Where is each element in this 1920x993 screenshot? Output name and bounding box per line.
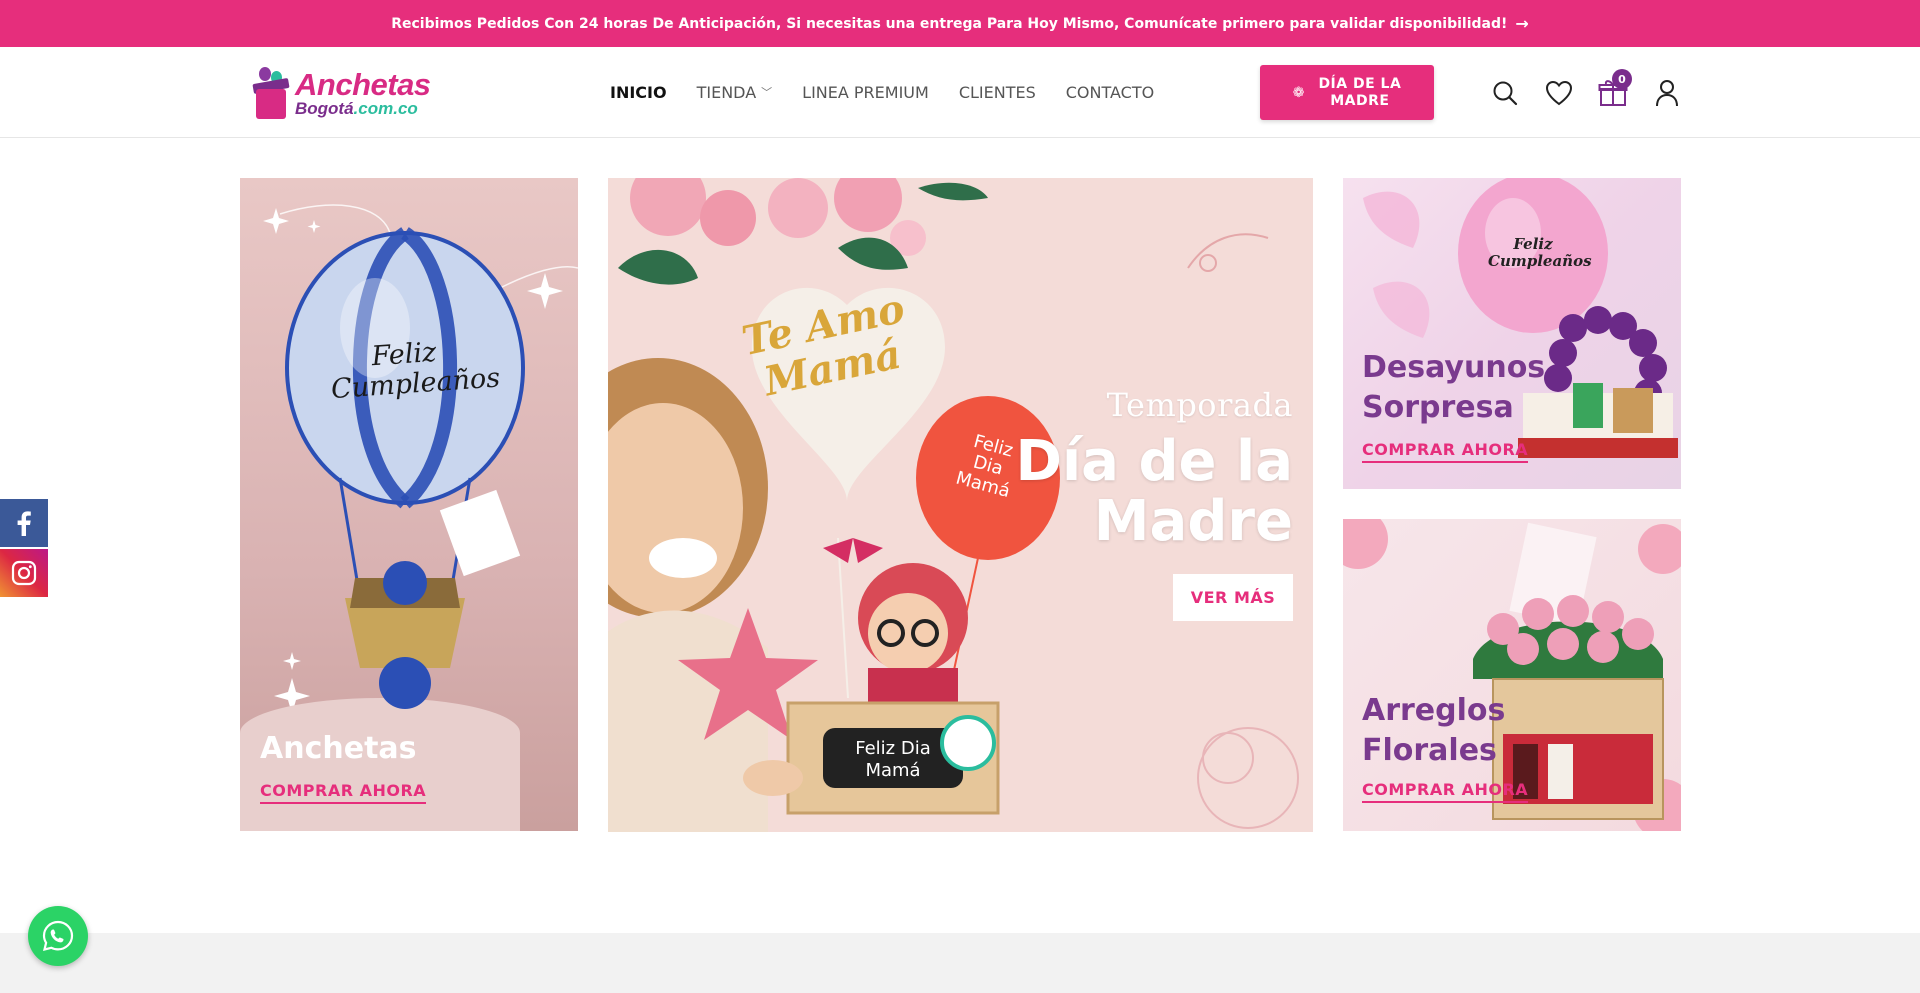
whatsapp-icon[interactable] [28,906,88,966]
cta-label-line2: MADRE [1330,92,1390,109]
banner-title-line2: Madre [1093,489,1293,554]
nav-label: CLIENTES [958,82,1036,102]
site-header: Anchetas Bogotá.com.co INICIO TIENDA ﹀ LI… [0,47,1920,138]
instagram-icon[interactable] [0,549,48,597]
announcement-bar[interactable]: Recibimos Pedidos Con 24 horas De Antici… [0,0,1920,47]
main-nav: INICIO TIENDA ﹀ LINEA PREMIUM CLIENTES CO… [610,47,1154,137]
footer-section [0,933,1920,993]
ver-mas-button[interactable]: VER MÁS [1173,574,1293,621]
banner-title: Anchetas [260,731,417,766]
nav-label: LINEA PREMIUM [802,82,929,102]
logo-tld: .com.co [353,99,418,118]
comprar-ahora-link[interactable]: COMPRAR AHORA [1362,780,1529,803]
banner-arreglos-florales[interactable]: Arreglos Florales COMPRAR AHORA [1343,519,1681,831]
nav-item-tienda[interactable]: TIENDA ﹀ [697,83,773,102]
center-banner-heading: Temporada Día de la Madre [1015,386,1293,552]
banner-desayunos-sorpresa[interactable]: Feliz Cumpleaños Desayunos Sorpresa COMPRA… [1343,178,1681,489]
banner-dia-de-la-madre[interactable]: Te Amo Mamá Feliz Dia Mamá Feliz Dia Mamá Te… [608,178,1313,832]
banner-title-line1: Arreglos [1362,693,1506,728]
box-sign-text: Mamá [865,760,921,781]
banner-anchetas[interactable]: Feliz Cumpleaños Anchetas COMPRAR AHORA [240,178,578,831]
nav-label: TIENDA [696,82,757,102]
logo-line2: Bogotá [295,99,354,118]
comprar-ahora-link[interactable]: COMPRAR AHORA [260,781,427,804]
nav-label: CONTACTO [1065,82,1155,102]
banner-title-line1: Desayunos [1362,350,1546,385]
arrow-right-icon: → [1515,14,1529,33]
site-logo[interactable]: Anchetas Bogotá.com.co [252,63,435,123]
banner-title-line1: Día de la [1015,429,1293,494]
cart-count-badge: 0 [1612,69,1632,89]
logo-gift-icon [252,65,291,121]
balloon-text: Cumpleaños [1488,252,1592,270]
announcement-text: Recibimos Pedidos Con 24 horas De Antici… [391,15,1508,32]
banner-title-line2: Florales [1362,733,1497,768]
chevron-down-icon: ﹀ [761,86,773,99]
nav-item-clientes[interactable]: CLIENTES [959,83,1036,102]
comprar-ahora-link[interactable]: COMPRAR AHORA [1362,440,1529,463]
header-icons: 0 [1484,69,1700,113]
nav-item-inicio[interactable]: INICIO [610,83,667,102]
user-icon[interactable] [1646,73,1688,113]
balloon-text: Feliz [1513,235,1553,253]
logo-line1: Anchetas [295,67,431,102]
nav-item-contacto[interactable]: CONTACTO [1066,83,1154,102]
facebook-icon[interactable] [0,499,48,547]
gift-icon[interactable]: 0 [1592,69,1634,113]
nav-item-linea-premium[interactable]: LINEA PREMIUM [802,83,929,102]
flower-icon: ❁ [1292,84,1305,101]
box-sign-text: Feliz Dia [855,738,931,759]
search-icon[interactable] [1484,73,1526,113]
dia-de-la-madre-button[interactable]: ❁ DÍA DE LA MADRE [1260,65,1434,120]
cta-label-line1: DÍA DE LA [1318,75,1402,92]
banner-title-line2: Sorpresa [1362,390,1514,425]
heart-icon[interactable] [1538,73,1580,113]
nav-label: INICIO [610,82,667,102]
banner-subtitle: Temporada [1106,386,1293,424]
